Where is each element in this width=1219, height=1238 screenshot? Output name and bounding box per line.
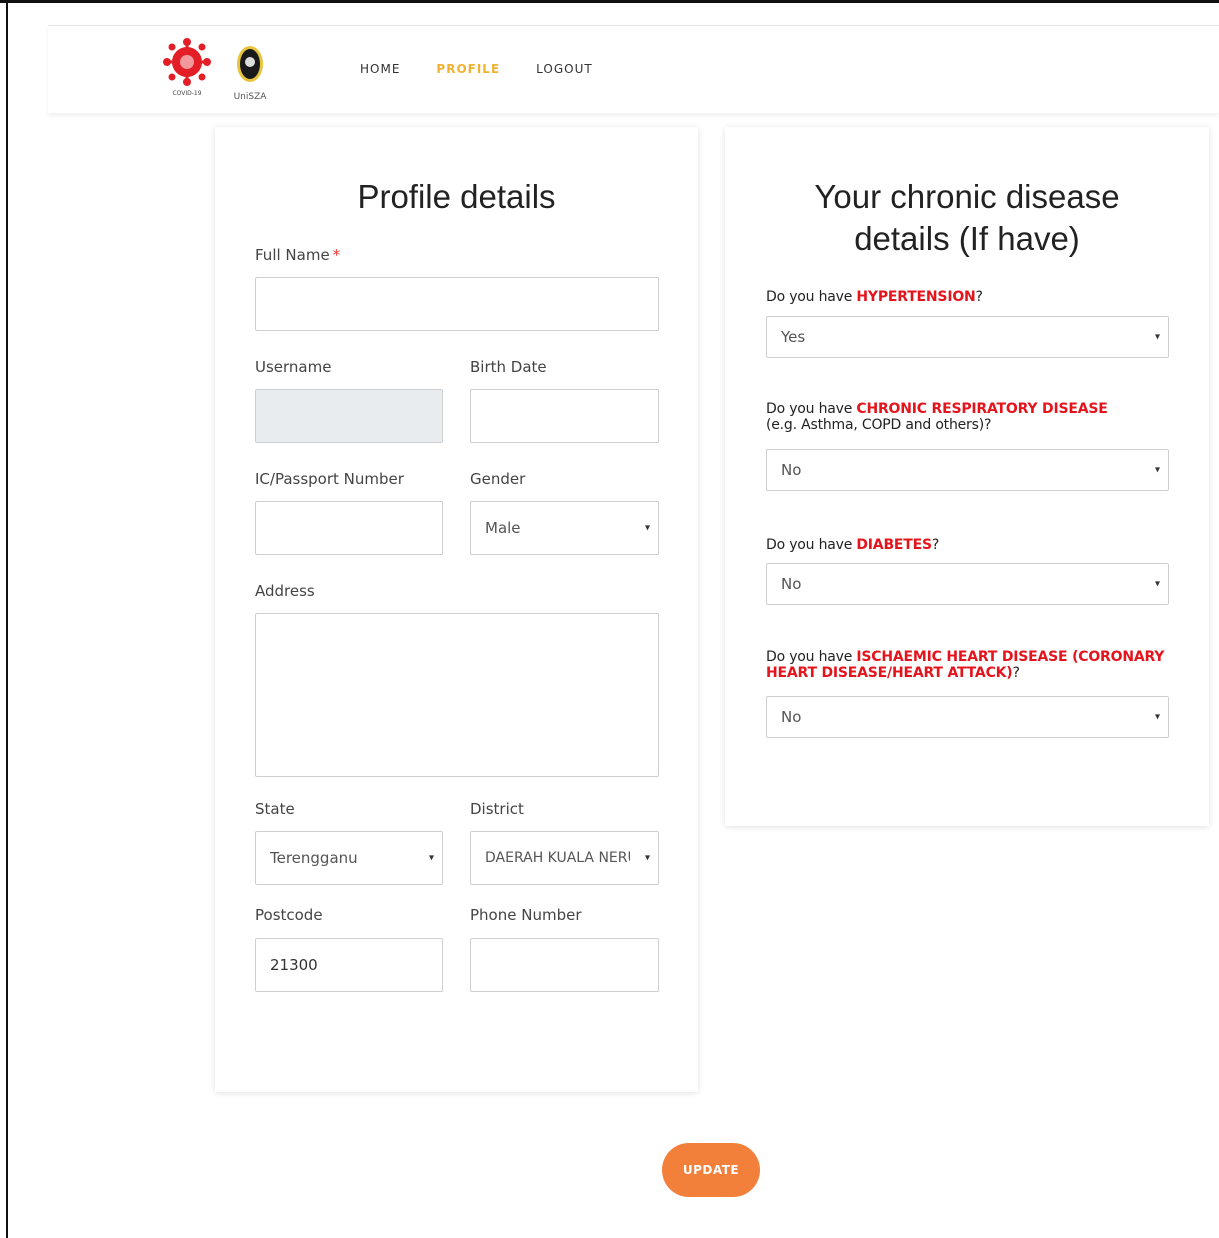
district-label: District xyxy=(470,800,524,818)
profile-details-title: Profile details xyxy=(357,178,556,215)
chevron-down-icon: ▾ xyxy=(1154,711,1160,723)
chronic-title-line2: details (If have) xyxy=(854,220,1080,257)
window-frame-left xyxy=(6,0,8,1238)
chronic-disease-card: Your chronic disease details (If have) D… xyxy=(725,127,1209,826)
hypertension-selected-value: Yes xyxy=(781,328,806,346)
ischaemic-heart-selected-value: No xyxy=(781,708,802,726)
address-label: Address xyxy=(255,582,315,600)
username-input xyxy=(255,389,443,443)
chevron-down-icon: ▾ xyxy=(644,522,650,534)
hypertension-select[interactable]: Yes ▾ xyxy=(766,316,1169,358)
gender-label: Gender xyxy=(470,470,526,488)
ic-passport-label: IC/Passport Number xyxy=(255,470,404,488)
district-select[interactable]: DAERAH KUALA NERUS ▾ xyxy=(470,831,659,885)
diabetes-select[interactable]: No ▾ xyxy=(766,563,1169,605)
full-name-label: Full Name * xyxy=(255,246,341,264)
chevron-down-icon: ▾ xyxy=(1154,464,1160,476)
unisza-logo: UniSZA xyxy=(234,46,268,102)
nav-profile[interactable]: PROFILE xyxy=(436,62,500,76)
postcode-input[interactable] xyxy=(255,938,443,992)
hypertension-question: Do you have HYPERTENSION? xyxy=(766,289,983,305)
respiratory-select[interactable]: No ▾ xyxy=(766,449,1169,491)
ischaemic-heart-question: Do you have ISCHAEMIC HEART DISEASE (COR… xyxy=(766,649,1165,681)
birth-date-label: Birth Date xyxy=(470,358,547,376)
window-frame-top xyxy=(0,0,1219,3)
address-textarea[interactable] xyxy=(255,613,659,777)
username-label: Username xyxy=(255,358,332,376)
chevron-down-icon: ▾ xyxy=(428,852,434,864)
phone-number-input[interactable] xyxy=(470,938,659,992)
state-select[interactable]: Terengganu ▾ xyxy=(255,831,443,885)
diabetes-selected-value: No xyxy=(781,575,802,593)
unisza-logo-text: UniSZA xyxy=(234,92,268,102)
profile-details-card: Profile details Full Name * Username Birt… xyxy=(215,127,698,1092)
ic-passport-input[interactable] xyxy=(255,501,443,555)
chevron-down-icon: ▾ xyxy=(1154,331,1160,343)
state-selected-value: Terengganu xyxy=(270,849,358,867)
district-selected-value: DAERAH KUALA NERUS xyxy=(485,850,630,866)
main-nav: HOME PROFILE LOGOUT xyxy=(360,62,593,76)
postcode-label: Postcode xyxy=(255,906,323,924)
covid19-logo: COVID-19 xyxy=(163,38,211,97)
update-button[interactable]: UPDATE xyxy=(662,1143,760,1197)
full-name-input[interactable] xyxy=(255,277,659,331)
nav-logout[interactable]: LOGOUT xyxy=(536,62,593,76)
top-navbar: COVID-19 UniSZA HOME PROFILE LOGOUT xyxy=(48,25,1219,113)
phone-number-label: Phone Number xyxy=(470,906,582,924)
chevron-down-icon: ▾ xyxy=(644,852,650,864)
gender-selected-value: Male xyxy=(485,519,521,537)
chevron-down-icon: ▾ xyxy=(1154,578,1160,590)
respiratory-selected-value: No xyxy=(781,461,802,479)
ischaemic-heart-select[interactable]: No ▾ xyxy=(766,696,1169,738)
diabetes-question: Do you have DIABETES? xyxy=(766,537,940,553)
required-mark: * xyxy=(332,246,341,264)
gender-select[interactable]: Male ▾ xyxy=(470,501,659,555)
chronic-title-line1: Your chronic disease xyxy=(814,178,1120,215)
nav-home[interactable]: HOME xyxy=(360,62,400,76)
state-label: State xyxy=(255,800,295,818)
birth-date-input[interactable] xyxy=(470,389,659,443)
covid19-logo-text: COVID-19 xyxy=(172,90,201,97)
respiratory-question: Do you have CHRONIC RESPIRATORY DISEASE(… xyxy=(766,401,1108,433)
